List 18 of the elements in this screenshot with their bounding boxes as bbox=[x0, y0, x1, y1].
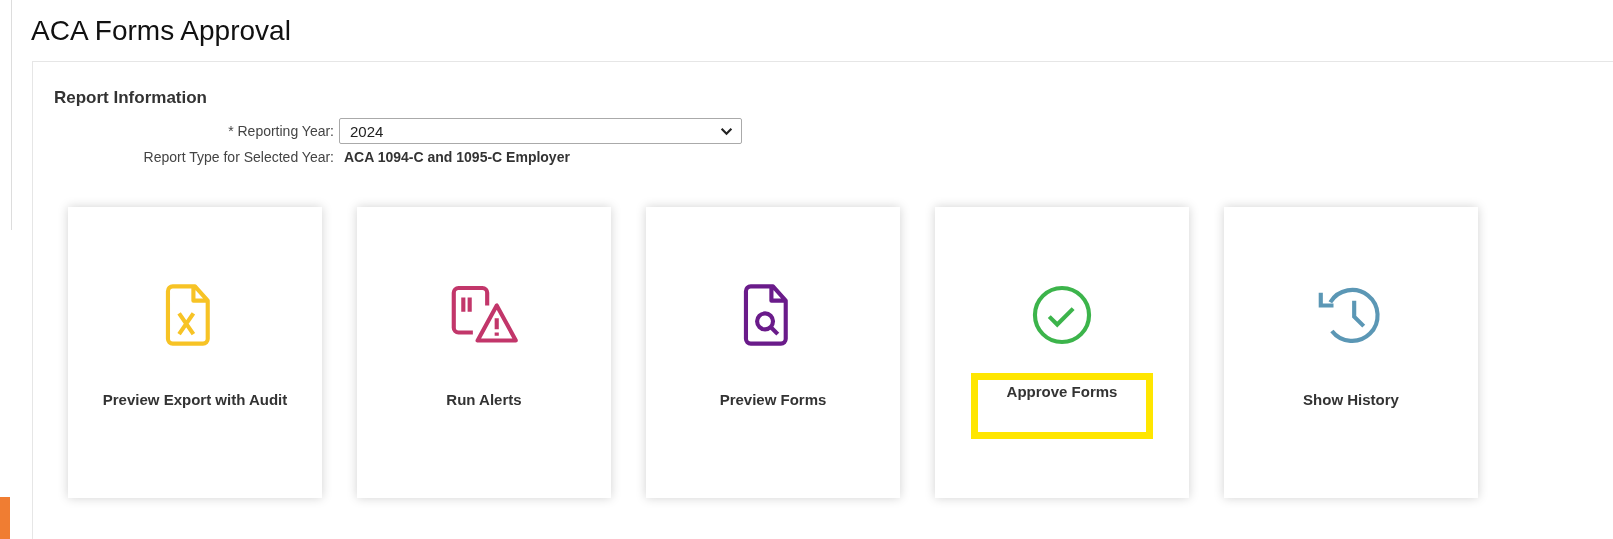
tile-label: Preview Forms bbox=[719, 391, 827, 408]
action-tile[interactable]: Approve Forms bbox=[935, 207, 1189, 498]
report-type-value: ACA 1094-C and 1095-C Employer bbox=[343, 149, 571, 165]
tile-label: Preview Export with Audit bbox=[102, 391, 288, 408]
year-dropdown[interactable]: 2024 bbox=[339, 118, 742, 144]
field-label: * Reporting Year: bbox=[227, 123, 334, 139]
chevron-icon bbox=[720, 126, 733, 136]
action-tile[interactable]: Show History bbox=[1224, 207, 1478, 498]
side-tab[interactable] bbox=[0, 497, 10, 539]
field-label: Report Type for Selected Year: bbox=[142, 149, 334, 165]
section-heading: Report Information bbox=[54, 88, 208, 108]
page-title: ACA Forms Approval bbox=[31, 15, 292, 47]
action-tile[interactable]: Preview Forms bbox=[646, 207, 900, 498]
tile-label: Run Alerts bbox=[446, 391, 522, 408]
tile-label: Show History bbox=[1303, 391, 1399, 408]
action-tile[interactable]: Run Alerts bbox=[357, 207, 611, 498]
action-tile[interactable]: Preview Export with Audit bbox=[68, 207, 322, 498]
tile-label: Approve Forms bbox=[1006, 383, 1118, 400]
